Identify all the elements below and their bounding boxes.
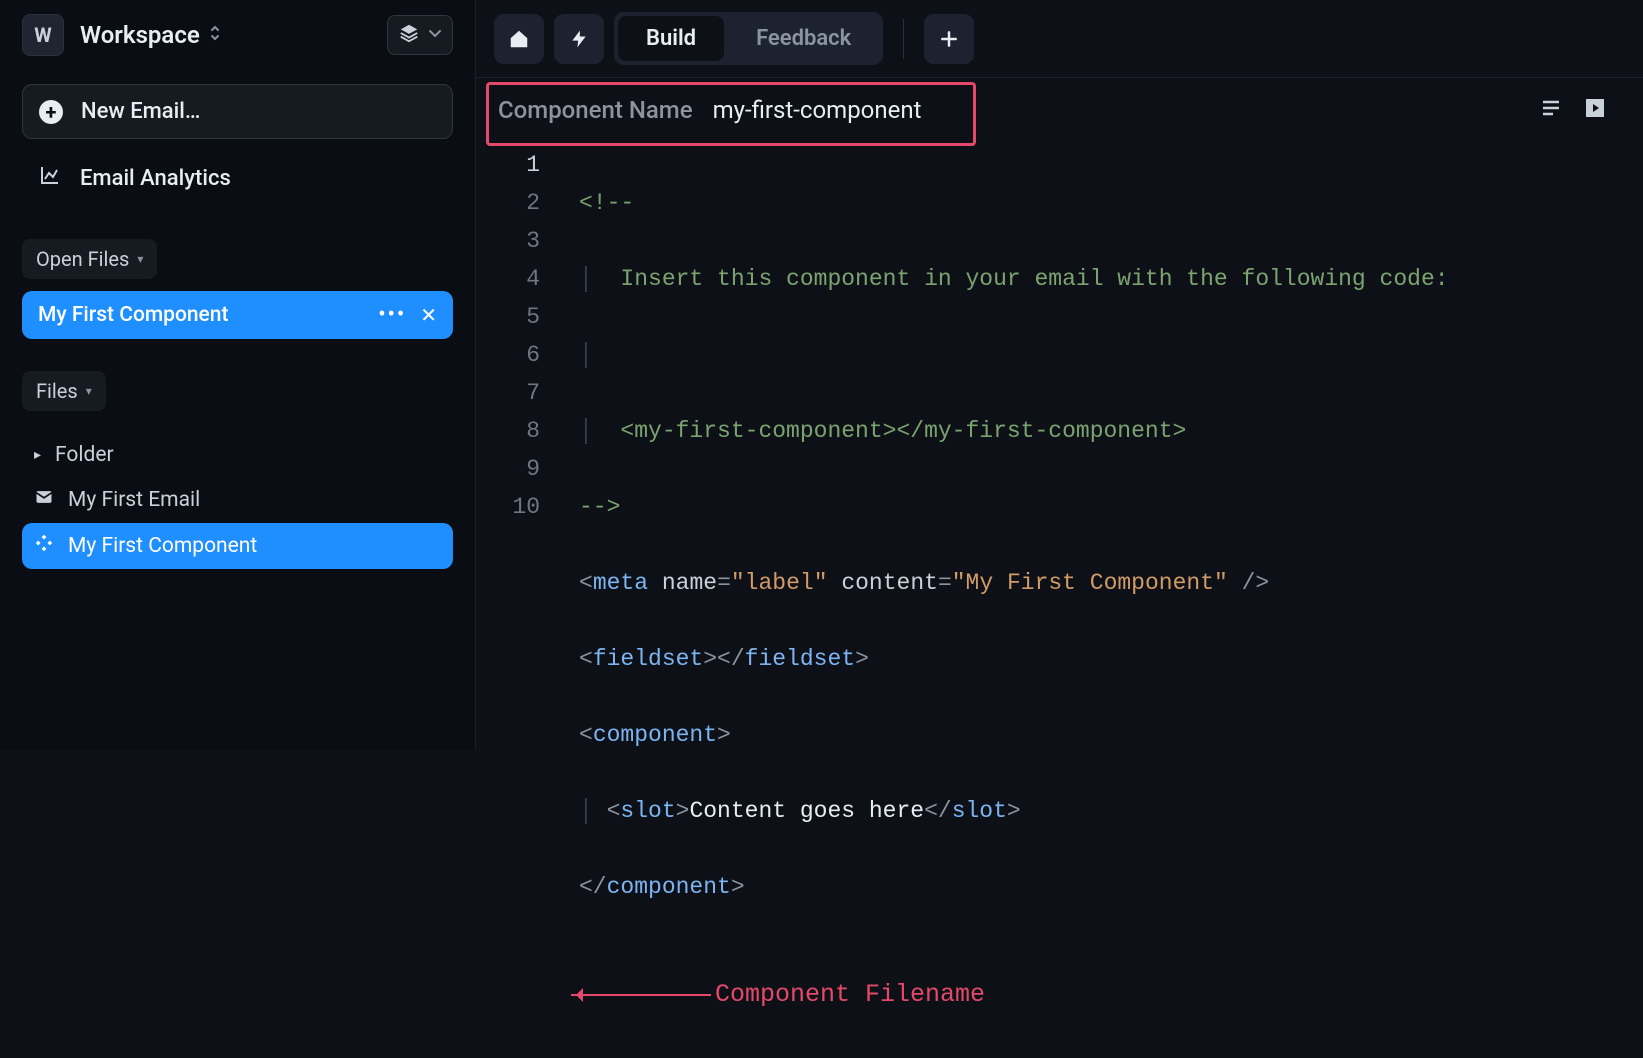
- line-number: 9: [476, 450, 540, 488]
- caret-down-icon: ▾: [137, 252, 143, 266]
- line-number: 7: [476, 374, 540, 412]
- component-name-bar: Component Name: [476, 78, 1643, 142]
- plus-circle-icon: +: [39, 100, 63, 124]
- email-file-row[interactable]: My First Email: [22, 477, 453, 523]
- line-number: 3: [476, 222, 540, 260]
- analytics-label: Email Analytics: [80, 166, 231, 191]
- folder-row[interactable]: ▸ Folder: [22, 433, 453, 477]
- caret-down-icon: ▾: [86, 384, 92, 398]
- new-email-label: New Email…: [81, 99, 200, 124]
- line-number: 1: [476, 146, 540, 184]
- main-panel: Build Feedback Component Name: [475, 0, 1643, 750]
- code-line: <component>: [579, 716, 1643, 754]
- folder-label: Folder: [55, 443, 114, 467]
- arrow-icon: [571, 994, 711, 996]
- chevron-down-icon: [428, 27, 442, 43]
- annotation: Component Filename: [571, 976, 985, 1014]
- line-number: 6: [476, 336, 540, 374]
- code-line: </component>: [579, 868, 1643, 906]
- mode-tabs: Build Feedback: [614, 12, 883, 65]
- workspace-switcher[interactable]: W Workspace: [22, 14, 453, 56]
- selector-icon: [208, 24, 222, 46]
- list-icon[interactable]: [1539, 96, 1563, 124]
- layers-dropdown[interactable]: [387, 15, 453, 55]
- add-button[interactable]: [924, 14, 974, 64]
- code-line: -->: [579, 494, 620, 520]
- open-file-tab[interactable]: My First Component ••• ✕: [22, 291, 453, 339]
- component-icon: [34, 533, 54, 559]
- divider: [903, 19, 904, 59]
- caret-right-icon: ▸: [34, 447, 41, 463]
- tab-feedback[interactable]: Feedback: [728, 16, 879, 61]
- line-number: 8: [476, 412, 540, 450]
- annotation-label: Component Filename: [715, 976, 985, 1014]
- more-icon[interactable]: •••: [378, 303, 406, 327]
- close-icon[interactable]: ✕: [420, 303, 437, 327]
- line-number: 5: [476, 298, 540, 336]
- component-file-label: My First Component: [68, 534, 257, 558]
- home-button[interactable]: [494, 14, 544, 64]
- mail-icon: [34, 487, 54, 513]
- sidebar: W Workspace + New Email…: [0, 0, 475, 750]
- code-line: <meta name="label" content="My First Com…: [579, 564, 1643, 602]
- code-line: <!--: [579, 190, 634, 216]
- analytics-nav[interactable]: Email Analytics: [22, 149, 453, 207]
- component-file-row[interactable]: My First Component: [22, 523, 453, 569]
- line-number: 10: [476, 488, 540, 526]
- code-line: Insert this component in your email with…: [593, 266, 1449, 292]
- code-line: <my-first-component></my-first-component…: [593, 418, 1187, 444]
- lightning-button[interactable]: [554, 14, 604, 64]
- open-file-name: My First Component: [38, 303, 229, 327]
- line-number: 4: [476, 260, 540, 298]
- topbar: Build Feedback: [476, 0, 1643, 78]
- code-editor[interactable]: 1 2 3 4 5 6 7 8 9 10 <!-- │ Insert this …: [476, 142, 1643, 1058]
- open-files-label: Open Files: [36, 247, 129, 271]
- code-line: │ <slot>Content goes here</slot>: [579, 792, 1643, 830]
- line-gutter: 1 2 3 4 5 6 7 8 9 10: [476, 142, 571, 1058]
- code-area[interactable]: <!-- │ Insert this component in your ema…: [571, 142, 1643, 1058]
- files-header[interactable]: Files ▾: [22, 371, 106, 411]
- files-label: Files: [36, 379, 78, 403]
- component-name-label: Component Name: [498, 96, 693, 124]
- email-file-label: My First Email: [68, 488, 200, 512]
- open-files-header[interactable]: Open Files ▾: [22, 239, 157, 279]
- workspace-name: Workspace: [80, 21, 200, 49]
- new-email-button[interactable]: + New Email…: [22, 84, 453, 139]
- tab-build[interactable]: Build: [618, 16, 724, 61]
- layers-icon: [398, 22, 420, 48]
- code-line: <fieldset></fieldset>: [579, 640, 1643, 678]
- workspace-badge: W: [22, 14, 64, 56]
- play-icon[interactable]: [1583, 96, 1607, 124]
- component-name-input[interactable]: [713, 96, 1024, 124]
- chart-icon: [38, 163, 62, 193]
- line-number: 2: [476, 184, 540, 222]
